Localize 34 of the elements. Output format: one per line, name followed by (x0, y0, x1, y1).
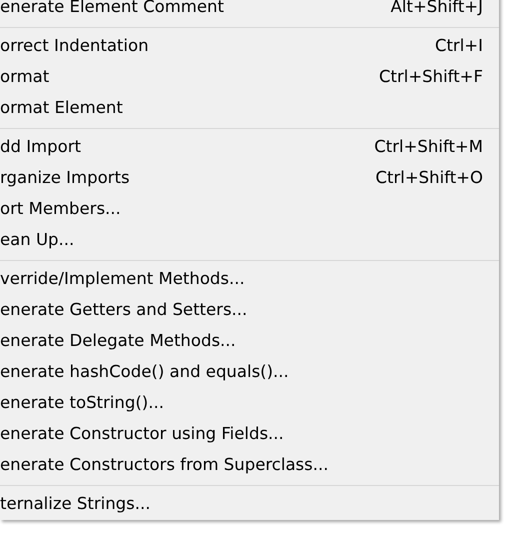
menu-item-label: verride/Implement Methods... (0, 268, 245, 290)
menu-item[interactable]: ormat Ctrl+Shift+F (0, 62, 499, 93)
menu-item[interactable]: ort Members... (0, 194, 499, 225)
menu-item-label: enerate Getters and Setters... (0, 299, 248, 322)
shortcut-text: Ctrl+Shift+M (374, 136, 483, 158)
menu-item-label: ort Members... (0, 198, 121, 220)
menu-item-label: ormat (0, 66, 50, 88)
menu-item[interactable]: enerate Getters and Setters... (0, 295, 499, 326)
menu-item-label: enerate Constructors from Superclass... (0, 454, 328, 476)
menu-item-label: ternalize Strings... (0, 493, 150, 516)
menu-item[interactable]: enerate toString()... (0, 388, 499, 419)
menu-item[interactable]: ean Up... (0, 225, 499, 256)
menu-item[interactable]: enerate Constructors from Superclass... (0, 450, 499, 481)
menu-item[interactable]: enerate Constructor using Fields... (0, 419, 499, 450)
menu-item[interactable]: ternalize Strings... (0, 489, 499, 520)
menu-item-label: dd Import (0, 136, 81, 158)
menu-item[interactable]: ormat Element (0, 93, 499, 124)
menu-item-label: rganize Imports (0, 167, 130, 190)
menu-item-label: ean Up... (0, 229, 74, 252)
menu-item[interactable]: verride/Implement Methods... (0, 264, 499, 295)
menu-item-label: ormat Element (0, 97, 123, 120)
menu-item-label: orrect Indentation (0, 35, 149, 58)
menu-item[interactable]: rganize Imports Ctrl+Shift+O (0, 163, 499, 194)
menu-item-label: enerate Delegate Methods... (0, 330, 236, 352)
menu-item[interactable]: enerate hashCode() and equals()... (0, 357, 499, 388)
menu-item-label: enerate Constructor using Fields... (0, 423, 284, 446)
menu-item-label: enerate hashCode() and equals()... (0, 361, 289, 384)
menu-item[interactable]: enerate Delegate Methods... (0, 326, 499, 357)
menu-item-label: enerate toString()... (0, 392, 164, 414)
menu-item[interactable]: orrect Indentation Ctrl+I (0, 31, 499, 62)
menu-item[interactable]: dd Import Ctrl+Shift+M (0, 132, 499, 163)
shortcut-text: Ctrl+I (434, 35, 483, 58)
shortcut-text: Ctrl+Shift+F (378, 66, 483, 88)
shortcut-text: Ctrl+Shift+O (376, 167, 483, 190)
